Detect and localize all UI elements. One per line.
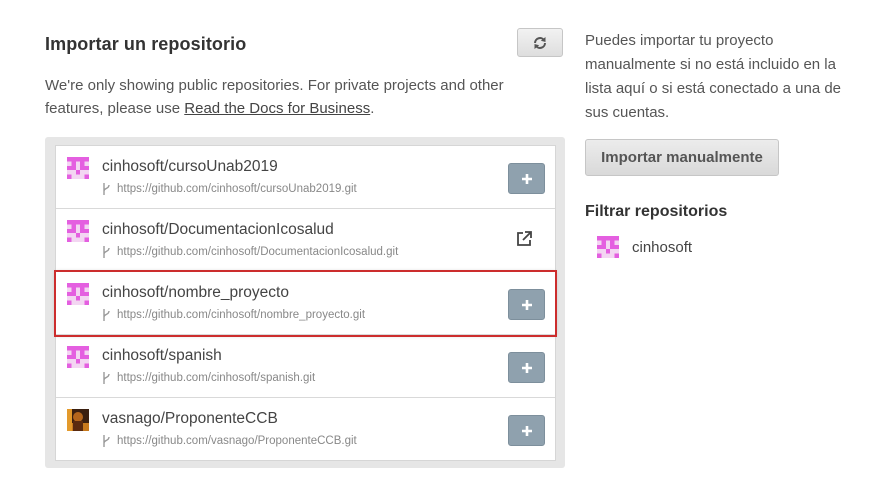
plus-icon: [521, 299, 532, 310]
external-link-icon[interactable]: [515, 230, 533, 248]
public-repos-notice: We're only showing public repositories. …: [45, 74, 545, 120]
import-manually-button[interactable]: Importar manualmente: [585, 139, 779, 176]
refresh-button[interactable]: [517, 28, 563, 57]
add-repo-button[interactable]: [508, 415, 545, 446]
identicon-avatar-icon: [597, 236, 619, 258]
git-branch-icon: [103, 246, 110, 258]
add-repo-button[interactable]: [508, 163, 545, 194]
identicon-avatar-icon: [67, 346, 89, 368]
identicon-avatar-icon: [67, 220, 89, 242]
git-branch-icon: [103, 372, 110, 384]
repo-url: https://github.com/vasnago/ProponenteCCB…: [102, 435, 357, 447]
repo-row: cinhosoft/DocumentacionIcosalud https://…: [56, 209, 555, 272]
filter-item-cinhosoft[interactable]: cinhosoft: [597, 236, 692, 258]
repo-url-text: https://github.com/cinhosoft/Documentaci…: [117, 246, 399, 258]
repo-name: cinhosoft/DocumentacionIcosalud: [102, 221, 334, 238]
plus-icon: [521, 362, 532, 373]
repo-url-text: https://github.com/cinhosoft/nombre_proy…: [117, 309, 366, 321]
plus-icon: [521, 425, 532, 436]
repo-row-highlighted: cinhosoft/nombre_proyecto https://github…: [54, 270, 557, 337]
repo-url: https://github.com/cinhosoft/cursoUnab20…: [102, 183, 357, 195]
user-photo-avatar-icon: [67, 409, 89, 431]
add-repo-button[interactable]: [508, 289, 545, 320]
repo-name: cinhosoft/cursoUnab2019: [102, 158, 278, 175]
repository-list: cinhosoft/cursoUnab2019 https://github.c…: [54, 145, 557, 461]
filter-heading: Filtrar repositorios: [585, 203, 728, 220]
repo-url: https://github.com/cinhosoft/nombre_proy…: [102, 309, 365, 321]
git-branch-icon: [103, 309, 110, 321]
repo-row: cinhosoft/cursoUnab2019 https://github.c…: [56, 146, 555, 209]
business-link[interactable]: Read the Docs for Business: [184, 100, 370, 117]
git-branch-icon: [103, 183, 110, 195]
identicon-avatar-icon: [67, 157, 89, 179]
repo-url-text: https://github.com/cinhosoft/cursoUnab20…: [117, 183, 357, 195]
identicon-avatar-icon: [67, 283, 89, 305]
page-title: Importar un repositorio: [45, 34, 247, 54]
repo-url-text: https://github.com/vasnago/ProponenteCCB…: [117, 435, 357, 447]
refresh-icon: [534, 36, 546, 49]
repo-row: cinhosoft/spanish https://github.com/cin…: [56, 335, 555, 398]
add-repo-button[interactable]: [508, 352, 545, 383]
plus-icon: [521, 173, 532, 184]
repo-url: https://github.com/cinhosoft/spanish.git: [102, 372, 315, 384]
repo-url-text: https://github.com/cinhosoft/spanish.git: [117, 372, 316, 384]
filter-item-label: cinhosoft: [632, 238, 693, 256]
repo-name: cinhosoft/nombre_proyecto: [102, 284, 289, 301]
git-branch-icon: [103, 435, 110, 447]
repo-row: vasnago/ProponenteCCB https://github.com…: [56, 398, 555, 460]
notice-end: .: [370, 100, 375, 117]
manual-import-help: Puedes importar tu proyecto manualmente …: [585, 32, 842, 121]
repo-name: cinhosoft/spanish: [102, 347, 222, 364]
repo-url: https://github.com/cinhosoft/Documentaci…: [102, 246, 398, 258]
repo-name: vasnago/ProponenteCCB: [102, 410, 278, 427]
repository-list-container: cinhosoft/cursoUnab2019 https://github.c…: [45, 137, 565, 468]
